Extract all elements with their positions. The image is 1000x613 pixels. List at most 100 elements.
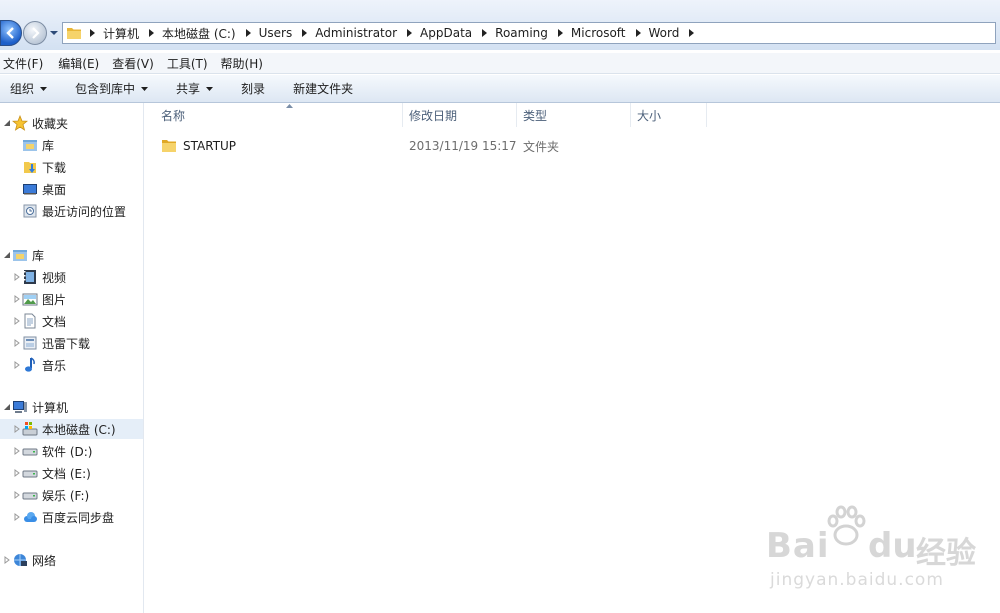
- video-icon: [24, 270, 36, 284]
- nav-favorites[interactable]: 收藏夹: [0, 113, 143, 133]
- drive-icon: [22, 470, 38, 478]
- file-name: STARTUP: [183, 139, 237, 153]
- nav-favorite-library[interactable]: 库: [0, 135, 143, 155]
- arrow-right-icon: [32, 27, 40, 39]
- breadcrumb-microsoft[interactable]: Microsoft: [571, 26, 649, 40]
- nav-network-label: 网络: [32, 553, 57, 568]
- drive-icon: [22, 492, 38, 500]
- menu-tools[interactable]: 工具(T): [164, 55, 212, 72]
- chevron-right-icon[interactable]: [482, 29, 488, 37]
- nav-item-label: 文档: [42, 314, 67, 329]
- nav-drive-f[interactable]: 娱乐 (F:): [0, 485, 143, 505]
- breadcrumb-label: 本地磁盘 (C:): [162, 26, 236, 41]
- breadcrumb-administrator[interactable]: Administrator: [315, 26, 420, 40]
- column-type-label: 类型: [523, 108, 548, 123]
- organize-label: 组织: [10, 82, 35, 96]
- address-toolbar: 计算机 本地磁盘 (C:) Users Administrator AppDat…: [0, 0, 1000, 50]
- file-name-cell: STARTUP: [161, 136, 236, 156]
- column-header-modified[interactable]: 修改日期: [403, 103, 517, 127]
- chevron-right-icon[interactable]: [407, 29, 413, 37]
- folder-icon: [67, 28, 81, 39]
- breadcrumb-word[interactable]: Word: [649, 26, 703, 40]
- menu-view[interactable]: 查看(V): [109, 55, 158, 72]
- nav-drive-d[interactable]: 软件 (D:): [0, 441, 143, 461]
- burn-button[interactable]: 刻录: [227, 80, 279, 97]
- share-button[interactable]: 共享: [162, 80, 227, 97]
- watermark-url: jingyan.baidu.com: [770, 570, 944, 590]
- nav-library-music[interactable]: 音乐: [0, 355, 143, 375]
- expanded-arrow-icon[interactable]: [3, 251, 11, 259]
- library-icon: [23, 140, 37, 151]
- column-name-label: 名称: [161, 108, 186, 123]
- chevron-right-icon[interactable]: [689, 29, 695, 37]
- nav-library-pictures[interactable]: 图片: [0, 289, 143, 309]
- collapsed-arrow-icon[interactable]: [3, 556, 11, 564]
- collapsed-arrow-icon[interactable]: [13, 339, 21, 347]
- star-icon: [12, 115, 28, 131]
- nav-item-label: 音乐: [42, 358, 67, 373]
- include-in-library-button[interactable]: 包含到库中: [61, 80, 162, 97]
- nav-computer[interactable]: 计算机: [0, 397, 143, 417]
- drive-icon: [22, 448, 38, 456]
- breadcrumb-users[interactable]: Users: [259, 26, 316, 40]
- breadcrumb-label: Microsoft: [570, 26, 626, 40]
- nav-favorite-recent-places[interactable]: 最近访问的位置: [0, 201, 143, 221]
- nav-favorite-desktop[interactable]: 桌面: [0, 179, 143, 199]
- recent-pages-dropdown[interactable]: [49, 28, 59, 38]
- nav-network[interactable]: 网络: [0, 550, 143, 570]
- nav-item-label: 图片: [42, 292, 67, 307]
- system-drive-icon: [22, 422, 38, 436]
- nav-baidu-cloud-sync[interactable]: 百度云同步盘: [0, 507, 143, 527]
- chevron-right-icon[interactable]: [557, 29, 563, 37]
- column-header-size[interactable]: 大小: [631, 103, 707, 127]
- chevron-right-icon[interactable]: [302, 29, 308, 37]
- collapsed-arrow-icon[interactable]: [13, 273, 21, 281]
- menu-edit[interactable]: 编辑(E): [55, 55, 103, 72]
- collapsed-arrow-icon[interactable]: [13, 513, 21, 521]
- watermark-brand-cn: 经验: [916, 536, 976, 571]
- file-row[interactable]: STARTUP 2013/11/19 15:17 文件夹: [145, 136, 845, 156]
- expanded-arrow-icon[interactable]: [3, 119, 11, 127]
- nav-library-videos[interactable]: 视频: [0, 267, 143, 287]
- collapsed-arrow-icon[interactable]: [13, 425, 21, 433]
- breadcrumb-label: Roaming: [495, 26, 548, 40]
- folder-icon: [162, 140, 176, 152]
- chevron-right-icon[interactable]: [635, 29, 641, 37]
- breadcrumb-roaming[interactable]: Roaming: [495, 26, 571, 40]
- new-folder-button[interactable]: 新建文件夹: [279, 80, 367, 97]
- breadcrumb-appdata[interactable]: AppData: [420, 26, 495, 40]
- column-header-type[interactable]: 类型: [517, 103, 631, 127]
- baidu-jingyan-watermark: Bai du 经验 jingyan.baidu.com: [760, 500, 996, 600]
- organize-button[interactable]: 组织: [0, 80, 61, 97]
- nav-library-thunder-downloads[interactable]: 迅雷下载: [0, 333, 143, 353]
- back-button[interactable]: [0, 20, 22, 46]
- menu-help[interactable]: 帮助(H): [218, 55, 267, 72]
- navigation-pane[interactable]: 收藏夹 库 下载 桌面 最近访问的位置 库 视频 图片 文档 迅雷下载 音乐 计…: [0, 103, 144, 613]
- collapsed-arrow-icon[interactable]: [13, 447, 21, 455]
- nav-library-documents[interactable]: 文档: [0, 311, 143, 331]
- computer-icon: [13, 401, 27, 413]
- collapsed-arrow-icon[interactable]: [13, 491, 21, 499]
- collapsed-arrow-icon[interactable]: [13, 361, 21, 369]
- collapsed-arrow-icon[interactable]: [13, 295, 21, 303]
- column-header-name[interactable]: 名称: [155, 103, 403, 127]
- menu-file[interactable]: 文件(F): [0, 55, 47, 72]
- breadcrumb-local-disk-c[interactable]: 本地磁盘 (C:): [162, 25, 259, 42]
- nav-libraries[interactable]: 库: [0, 245, 143, 265]
- chevron-right-icon[interactable]: [149, 29, 155, 37]
- expanded-arrow-icon[interactable]: [3, 403, 11, 411]
- download-folder-icon: [24, 162, 36, 173]
- nav-drive-e[interactable]: 文档 (E:): [0, 463, 143, 483]
- sort-ascending-icon: [286, 104, 293, 108]
- collapsed-arrow-icon[interactable]: [13, 469, 21, 477]
- chevron-right-icon[interactable]: [90, 29, 95, 37]
- nav-computer-label: 计算机: [32, 400, 69, 415]
- collapsed-arrow-icon[interactable]: [13, 317, 21, 325]
- address-bar[interactable]: 计算机 本地磁盘 (C:) Users Administrator AppDat…: [62, 22, 996, 44]
- cloud-sync-icon: [24, 512, 37, 522]
- nav-favorite-downloads[interactable]: 下载: [0, 157, 143, 177]
- nav-drive-c[interactable]: 本地磁盘 (C:): [0, 419, 143, 439]
- forward-button[interactable]: [23, 21, 47, 45]
- chevron-right-icon[interactable]: [245, 29, 251, 37]
- breadcrumb-computer[interactable]: 计算机: [103, 25, 162, 42]
